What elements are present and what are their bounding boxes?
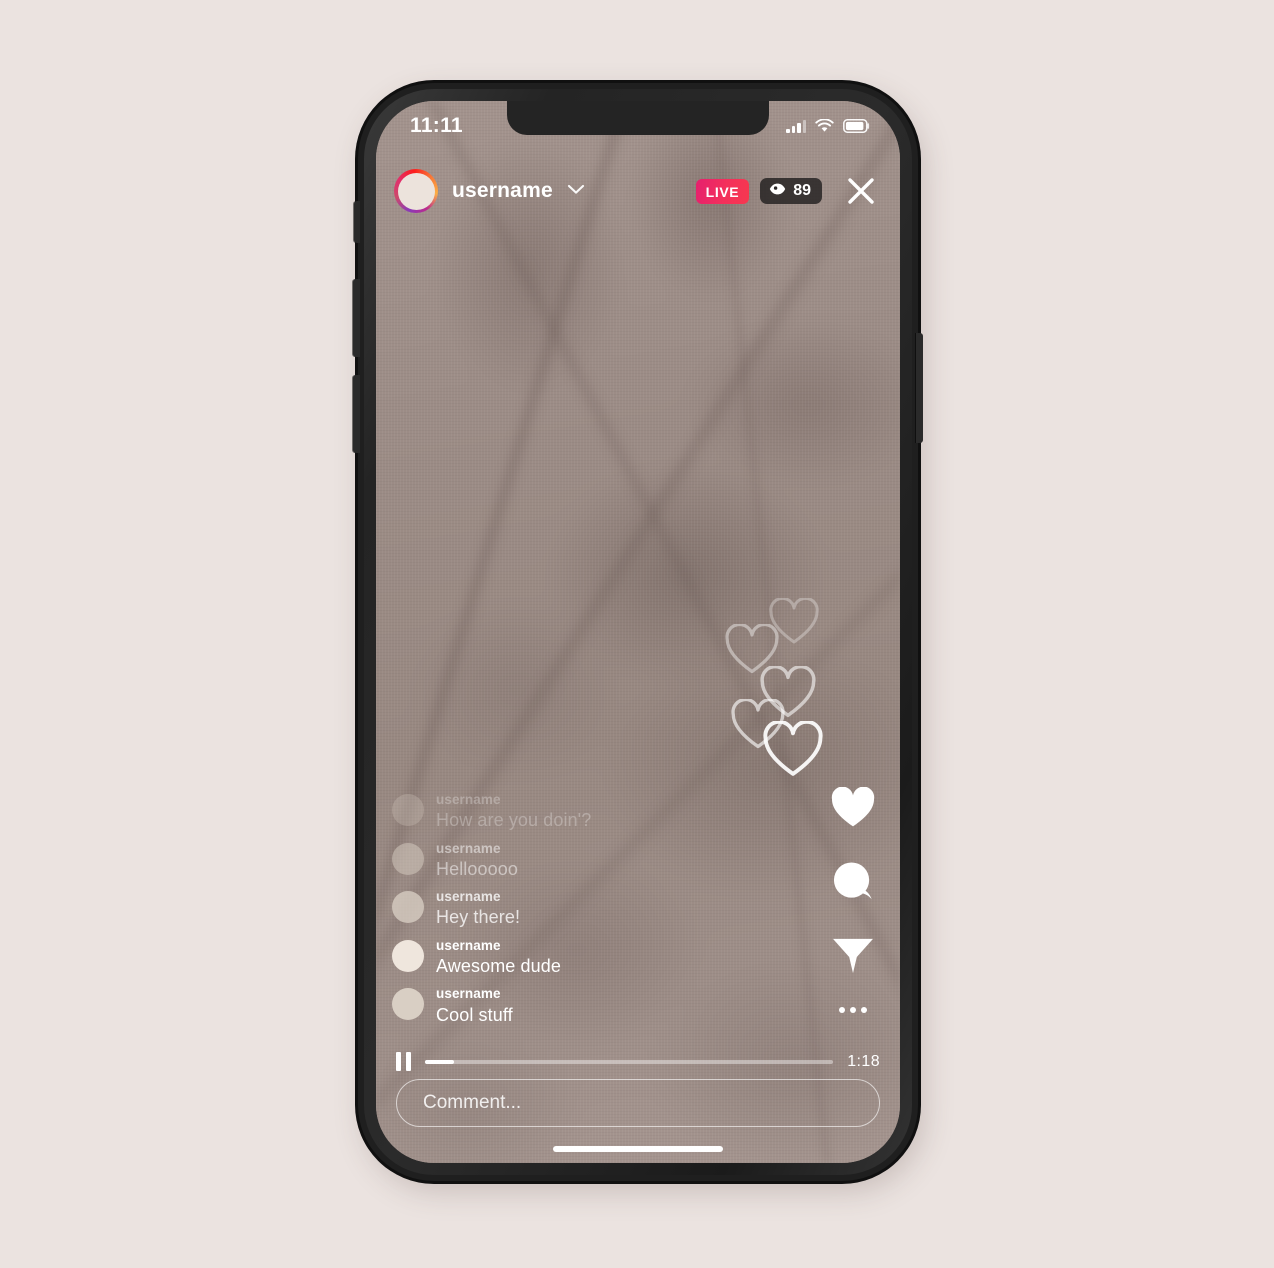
progress-fill	[425, 1059, 454, 1064]
comment-text: Cool stuff	[436, 1004, 513, 1025]
viewer-count-badge[interactable]: 89	[760, 178, 822, 204]
pause-icon	[396, 1052, 401, 1071]
comment-button[interactable]	[831, 860, 876, 910]
time-remaining: 1:18	[847, 1052, 880, 1070]
pause-button[interactable]	[396, 1052, 411, 1071]
comment-body: username Hellooooo	[436, 839, 518, 882]
viewer-count-value: 89	[793, 182, 811, 199]
power-button[interactable]	[916, 333, 923, 443]
phone-screen: 11:11 username LIVE 89 username How are …	[376, 101, 900, 1163]
broadcaster-username[interactable]: username	[452, 179, 553, 203]
phone-frame: 11:11 username LIVE 89 username How are …	[353, 83, 923, 1181]
comment-item[interactable]: username Hey there!	[392, 887, 722, 930]
comment-item[interactable]: username Awesome dude	[392, 936, 722, 979]
screenshot-canvas: 11:11 username LIVE 89 username How are …	[0, 0, 1274, 1268]
like-button[interactable]	[830, 786, 876, 834]
signal-bars-icon	[786, 119, 806, 133]
comment-input-wrap	[396, 1079, 880, 1127]
comment-bubble-icon	[831, 860, 876, 910]
comment-username[interactable]: username	[436, 840, 518, 858]
comment-avatar[interactable]	[392, 939, 424, 972]
header-right-group: LIVE 89	[695, 174, 878, 208]
status-bar: 11:11	[376, 101, 900, 147]
comment-input[interactable]	[396, 1079, 880, 1127]
comment-text: How are you doin'?	[436, 810, 592, 831]
comment-avatar[interactable]	[392, 988, 424, 1021]
avatar-ring[interactable]	[394, 169, 438, 213]
eye-icon	[769, 183, 786, 199]
silent-switch-button[interactable]	[354, 201, 360, 243]
comment-username[interactable]: username	[436, 791, 591, 809]
comment-text: Awesome dude	[436, 956, 561, 976]
live-badge: LIVE	[695, 178, 750, 204]
volume-down-button[interactable]	[353, 375, 360, 453]
comment-body: username Cool stuff	[436, 984, 513, 1027]
home-indicator[interactable]	[553, 1146, 723, 1152]
more-options-button[interactable]	[839, 1007, 867, 1013]
comment-body: username Awesome dude	[436, 936, 561, 979]
send-arrow-icon	[831, 936, 875, 981]
comment-username[interactable]: username	[436, 888, 520, 906]
wifi-icon	[815, 119, 834, 133]
status-bar-clock: 11:11	[410, 114, 463, 137]
status-bar-icons	[786, 119, 870, 133]
battery-icon	[843, 119, 870, 133]
comment-item[interactable]: username How are you doin'?	[392, 790, 722, 833]
comment-avatar[interactable]	[392, 793, 424, 826]
comment-body: username Hey there!	[436, 887, 520, 930]
close-icon[interactable]	[844, 174, 878, 208]
live-header: username LIVE 89	[376, 165, 900, 217]
comment-text: Hellooooo	[436, 858, 518, 879]
comment-avatar[interactable]	[392, 842, 424, 875]
player-bar: 1:18	[396, 1052, 880, 1071]
comment-feed: username How are you doin'? username Hel…	[392, 784, 722, 1027]
comment-username[interactable]: username	[436, 985, 513, 1003]
comment-item[interactable]: username Cool stuff	[392, 984, 722, 1027]
comment-item[interactable]: username Hellooooo	[392, 839, 722, 882]
comment-username[interactable]: username	[436, 937, 561, 955]
comment-text: Hey there!	[436, 907, 521, 928]
volume-up-button[interactable]	[353, 279, 360, 357]
more-dots-icon	[839, 1007, 867, 1013]
avatar[interactable]	[397, 172, 435, 210]
action-rail	[830, 786, 876, 1013]
progress-track[interactable]	[425, 1059, 834, 1064]
comment-avatar[interactable]	[392, 891, 424, 924]
share-button[interactable]	[831, 936, 875, 981]
heart-icon	[830, 786, 876, 834]
chevron-down-icon[interactable]	[567, 182, 585, 200]
comment-body: username How are you doin'?	[436, 790, 591, 833]
